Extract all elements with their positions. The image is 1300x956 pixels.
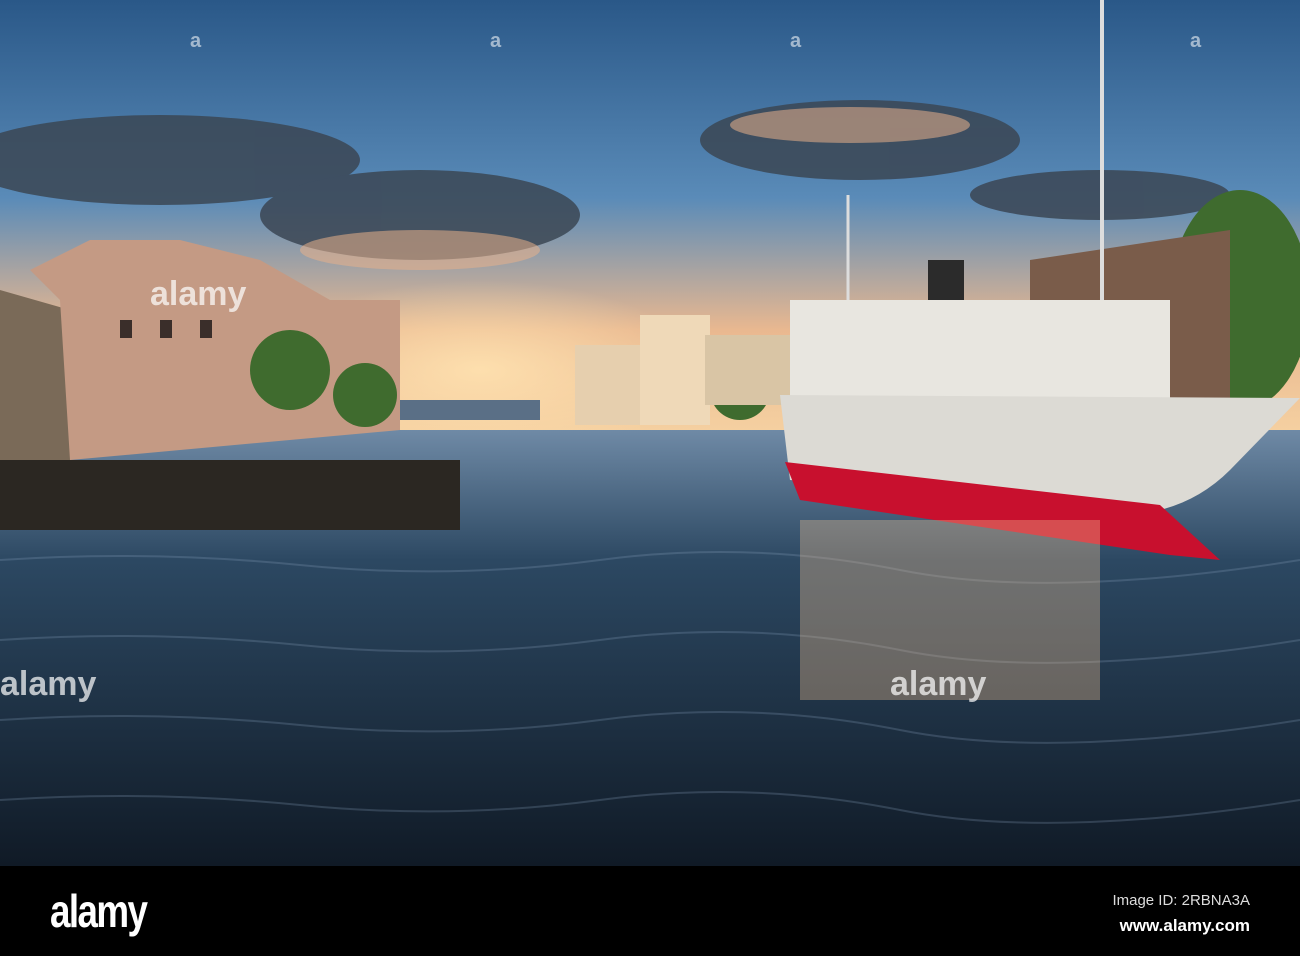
bridge — [400, 400, 540, 420]
footer-bar: alamy Image ID: 2RBNA3A www.alamy.com — [0, 866, 1300, 956]
watermark-brand: alamy — [0, 665, 97, 703]
watermark-mark: a — [190, 30, 202, 52]
harbour-photo — [0, 0, 1300, 866]
watermark-mark: a — [1190, 30, 1202, 52]
site-url: www.alamy.com — [1119, 916, 1250, 935]
watermark-mark: a — [490, 30, 502, 52]
alamy-logo: alamy — [50, 885, 148, 937]
watermark-brand: alamy — [150, 275, 247, 313]
watermark-mark: a — [790, 30, 802, 52]
watermark-brand: alamy — [890, 665, 987, 703]
image-id: Image ID: 2RBNA3A — [1112, 892, 1250, 909]
